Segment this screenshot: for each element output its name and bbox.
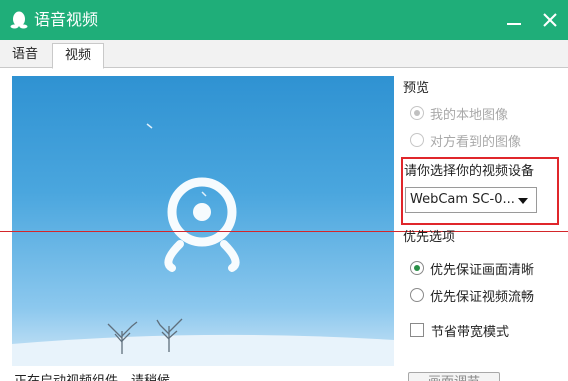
checkbox-label: 节省带宽模式 xyxy=(431,324,510,340)
radio-label: 对方看到的图像 xyxy=(430,134,522,150)
tab-video[interactable]: 视频 xyxy=(52,43,104,69)
radio-remote-image[interactable]: 对方看到的图像 xyxy=(410,130,521,150)
video-preview xyxy=(12,76,394,366)
radio-indicator xyxy=(410,261,424,275)
radio-local-image[interactable]: 我的本地图像 xyxy=(410,103,508,123)
minimize-icon[interactable] xyxy=(502,8,526,32)
radio-indicator xyxy=(410,133,424,147)
highlight-annotation xyxy=(401,157,559,225)
tab-bar: 语音 视频 xyxy=(0,40,568,69)
preview-heading: 预览 xyxy=(403,81,430,96)
checkbox-indicator xyxy=(410,323,424,337)
webcam-icon xyxy=(164,177,240,272)
radio-label: 优先保证视频流畅 xyxy=(430,289,535,305)
radio-label: 我的本地图像 xyxy=(430,107,509,123)
title-bar: 语音视频 xyxy=(0,0,568,40)
close-icon[interactable] xyxy=(538,8,562,32)
loading-status-text: 正在启动视频组件，请稍候... xyxy=(14,370,182,381)
radio-indicator xyxy=(410,288,424,302)
picture-adjust-button[interactable]: 画面调节 xyxy=(408,372,500,381)
annotation-line xyxy=(0,231,568,232)
window-title: 语音视频 xyxy=(34,10,99,29)
radio-priority-clarity[interactable]: 优先保证画面清晰 xyxy=(410,258,534,278)
radio-indicator xyxy=(410,106,424,120)
radio-priority-smoothness[interactable]: 优先保证视频流畅 xyxy=(410,285,534,305)
checkbox-bandwidth-saving[interactable]: 节省带宽模式 xyxy=(410,320,509,340)
priority-heading: 优先选项 xyxy=(403,230,456,245)
tab-voice[interactable]: 语音 xyxy=(2,43,48,68)
qq-penguin-icon xyxy=(10,11,28,29)
radio-label: 优先保证画面清晰 xyxy=(430,262,535,278)
